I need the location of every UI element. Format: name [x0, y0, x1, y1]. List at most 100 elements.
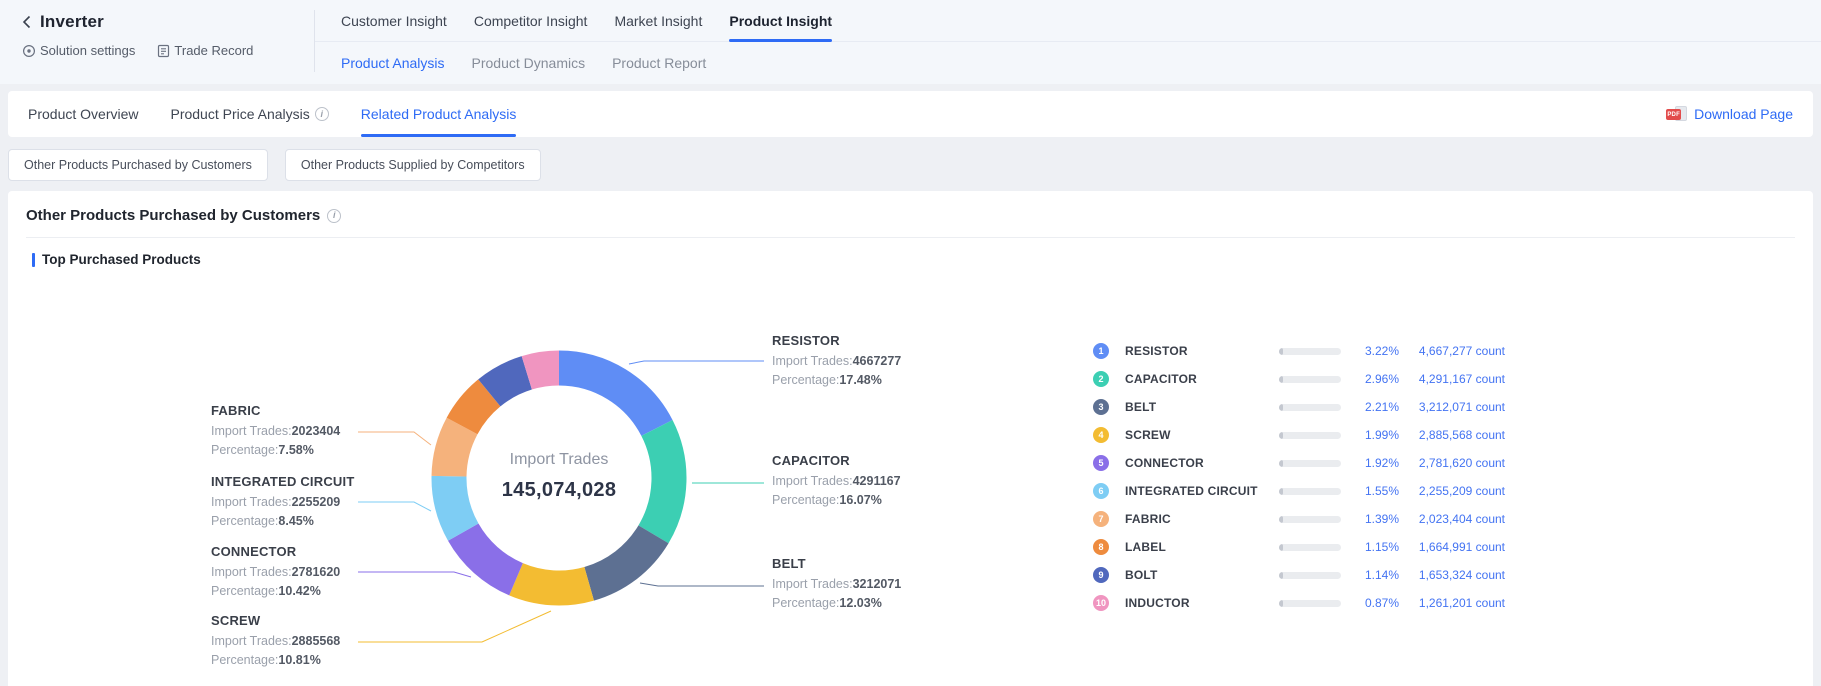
pdf-badge: PDF: [1666, 109, 1681, 120]
rank-badge: 6: [1093, 483, 1109, 499]
progress-fill: [1279, 600, 1283, 607]
callout-value: 12.03%: [839, 596, 881, 610]
share-percent: 1.39%: [1349, 512, 1399, 526]
callout-import-trades: Import Trades:4667277: [772, 352, 932, 371]
callout-label: Percentage:: [772, 373, 839, 387]
donut-segment-screw[interactable]: [516, 579, 589, 588]
analysis-toolbar: Product Overview Product Price Analysisi R…: [8, 91, 1813, 137]
subtab-product-report[interactable]: Product Report: [612, 55, 706, 71]
callout-label: Percentage:: [211, 653, 278, 667]
donut-segment-inductor[interactable]: [527, 368, 559, 373]
panel-title: Other Products Purchased by Customers: [26, 207, 320, 224]
rank-badge: 8: [1093, 539, 1109, 555]
callout-belt: BELTImport Trades:3212071Percentage:12.0…: [772, 555, 932, 613]
rank-badge: 7: [1093, 511, 1109, 527]
toolbar-tab-related-product-analysis[interactable]: Related Product Analysis: [361, 91, 517, 137]
callout-product-name: FABRIC: [211, 402, 371, 419]
share-percent: 3.22%: [1349, 344, 1399, 358]
rank-row-label: 8LABEL1.15%1,664,991 count: [1093, 533, 1505, 561]
top-purchased-chart: Import Trades 145,074,028 1RESISTOR3.22%…: [8, 279, 1813, 679]
filter-other-products-purchased-by-customers[interactable]: Other Products Purchased by Customers: [8, 149, 268, 181]
trade-count: 1,261,201 count: [1407, 596, 1505, 610]
trade-count: 4,667,277 count: [1407, 344, 1505, 358]
rank-row-belt: 3BELT2.21%3,212,071 count: [1093, 393, 1505, 421]
callout-import-trades: Import Trades:2023404: [211, 422, 371, 441]
callout-percentage: Percentage:12.03%: [772, 594, 932, 613]
progress-fill: [1279, 404, 1283, 411]
main-tab-bar: Customer Insight Competitor Insight Market…: [315, 0, 1821, 42]
callout-value: 3212071: [853, 577, 902, 591]
trade-count: 2,781,620 count: [1407, 456, 1505, 470]
callout-fabric: FABRICImport Trades:2023404Percentage:7.…: [211, 402, 371, 460]
callout-capacitor: CAPACITORImport Trades:4291167Percentage…: [772, 452, 932, 510]
callout-value: 10.81%: [278, 653, 320, 667]
callout-label: Import Trades:: [211, 565, 292, 579]
pdf-icon: PDF: [1666, 106, 1687, 122]
progress-fill: [1279, 460, 1283, 467]
donut-segment-bolt[interactable]: [489, 373, 526, 393]
trade-count: 2,255,209 count: [1407, 484, 1505, 498]
callout-import-trades: Import Trades:2885568: [211, 632, 371, 651]
rank-row-inductor: 10INDUCTOR0.87%1,261,201 count: [1093, 589, 1505, 617]
callout-import-trades: Import Trades:3212071: [772, 575, 932, 594]
callout-product-name: CONNECTOR: [211, 543, 371, 560]
callout-percentage: Percentage:17.48%: [772, 371, 932, 390]
callout-percentage: Percentage:10.42%: [211, 582, 371, 601]
download-page-link[interactable]: PDF Download Page: [1666, 106, 1793, 122]
donut-segment-label[interactable]: [462, 393, 489, 426]
toolbar-tab-product-price-analysis[interactable]: Product Price Analysisi: [170, 91, 328, 137]
rank-name: BOLT: [1125, 568, 1271, 582]
progress-fill: [1279, 516, 1283, 523]
donut-segment-belt[interactable]: [589, 534, 653, 584]
rank-name: SCREW: [1125, 428, 1271, 442]
callout-percentage: Percentage:16.07%: [772, 491, 932, 510]
rank-row-screw: 4SCREW1.99%2,885,568 count: [1093, 421, 1505, 449]
info-icon[interactable]: i: [327, 209, 341, 223]
tab-customer-insight[interactable]: Customer Insight: [341, 0, 447, 41]
trade-count: 2,023,404 count: [1407, 512, 1505, 526]
progress-fill: [1279, 376, 1283, 383]
donut-segment-connector[interactable]: [463, 532, 516, 579]
callout-value: 2255209: [292, 495, 341, 509]
trade-record-link[interactable]: Trade Record: [157, 43, 253, 58]
back-button[interactable]: [22, 15, 31, 29]
rank-badge: 4: [1093, 427, 1109, 443]
callout-label: Percentage:: [772, 493, 839, 507]
progress-bar: [1279, 460, 1341, 467]
donut-center: Import Trades 145,074,028: [449, 451, 669, 502]
progress-bar: [1279, 404, 1341, 411]
callout-value: 8.45%: [278, 514, 313, 528]
share-percent: 1.92%: [1349, 456, 1399, 470]
callout-product-name: SCREW: [211, 612, 371, 629]
tab-product-insight[interactable]: Product Insight: [729, 0, 832, 41]
filter-other-products-supplied-by-competitors[interactable]: Other Products Supplied by Competitors: [285, 149, 541, 181]
callout-resistor: RESISTORImport Trades:4667277Percentage:…: [772, 332, 932, 390]
tab-market-insight[interactable]: Market Insight: [614, 0, 702, 41]
tab-competitor-insight[interactable]: Competitor Insight: [474, 0, 588, 41]
subtab-product-dynamics[interactable]: Product Dynamics: [472, 55, 586, 71]
share-percent: 1.14%: [1349, 568, 1399, 582]
rank-row-connector: 5CONNECTOR1.92%2,781,620 count: [1093, 449, 1505, 477]
toolbar-tab-product-overview[interactable]: Product Overview: [28, 91, 138, 137]
share-percent: 1.15%: [1349, 540, 1399, 554]
page-title: Inverter: [40, 12, 104, 32]
trade-count: 3,212,071 count: [1407, 400, 1505, 414]
solution-settings-link[interactable]: Solution settings: [22, 43, 135, 58]
share-percent: 2.96%: [1349, 372, 1399, 386]
rank-badge: 5: [1093, 455, 1109, 471]
callout-import-trades: Import Trades:4291167: [772, 472, 932, 491]
callout-label: Import Trades:: [211, 424, 292, 438]
callout-value: 10.42%: [278, 584, 320, 598]
rank-badge: 9: [1093, 567, 1109, 583]
progress-bar: [1279, 376, 1341, 383]
donut-segment-resistor[interactable]: [559, 368, 657, 428]
clipboard-icon: [157, 44, 170, 58]
subtab-product-analysis[interactable]: Product Analysis: [341, 55, 445, 71]
callout-value: 2023404: [292, 424, 341, 438]
progress-bar: [1279, 516, 1341, 523]
donut-center-label: Import Trades: [449, 451, 669, 469]
callout-label: Import Trades:: [211, 634, 292, 648]
callout-value: 2885568: [292, 634, 341, 648]
trade-count: 2,885,568 count: [1407, 428, 1505, 442]
chevron-left-icon: [22, 15, 31, 29]
